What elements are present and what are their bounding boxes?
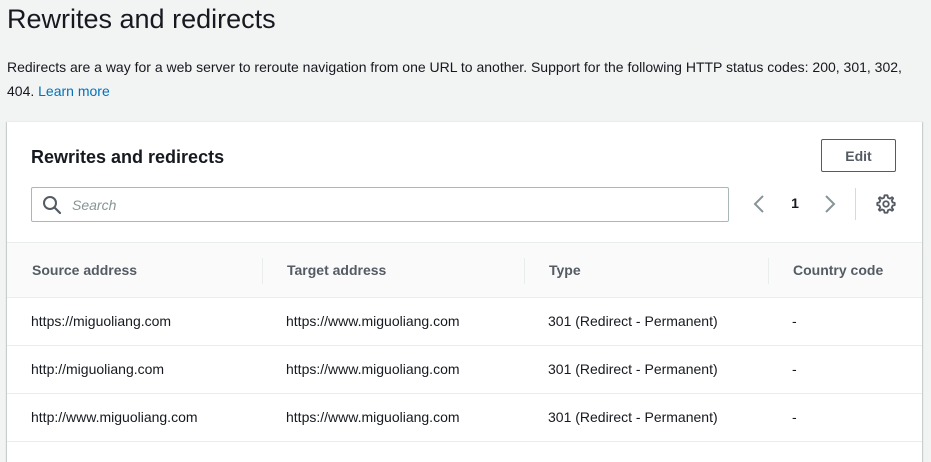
search-input[interactable] <box>72 189 712 220</box>
column-header-source[interactable]: Source address <box>32 243 137 297</box>
panel-title: Rewrites and redirects <box>31 147 225 167</box>
column-divider <box>524 258 525 284</box>
cell-type: 301 (Redirect - Permanent) <box>548 313 718 329</box>
cell-type: 301 (Redirect - Permanent) <box>548 409 718 425</box>
column-divider <box>262 258 263 284</box>
table-row[interactable]: http://www.miguoliang.com https://www.mi… <box>7 394 922 442</box>
search-box[interactable] <box>31 187 729 222</box>
search-icon <box>43 196 62 215</box>
cell-country: - <box>792 361 797 377</box>
learn-more-link[interactable]: Learn more <box>38 83 110 99</box>
edit-button[interactable]: Edit <box>821 139 896 172</box>
chevron-left-icon[interactable] <box>749 192 769 216</box>
cell-source: http://www.miguoliang.com <box>31 409 198 425</box>
column-divider <box>768 258 769 284</box>
redirects-panel: Rewrites and redirects Edit 1 Source add… <box>7 121 922 462</box>
page-description-text: Redirects are a way for a web server to … <box>7 59 902 99</box>
column-header-country[interactable]: Country code <box>793 243 883 297</box>
column-header-type[interactable]: Type <box>549 243 581 297</box>
pager-divider <box>855 188 856 220</box>
table-row[interactable]: http://miguoliang.com https://www.miguol… <box>7 346 922 394</box>
cell-source: http://miguoliang.com <box>31 361 165 377</box>
table-header: Source address Target address Type Count… <box>7 242 922 298</box>
gear-icon[interactable] <box>875 193 897 215</box>
chevron-right-icon[interactable] <box>820 192 840 216</box>
page-description: Redirects are a way for a web server to … <box>7 55 927 103</box>
cell-type: 301 (Redirect - Permanent) <box>548 361 718 377</box>
cell-target: https://www.miguoliang.com <box>286 361 460 377</box>
table-row[interactable]: https://miguoliang.com https://www.miguo… <box>7 298 922 346</box>
cell-country: - <box>792 409 797 425</box>
cell-country: - <box>792 313 797 329</box>
cell-target: https://www.miguoliang.com <box>286 409 460 425</box>
page-title: Rewrites and redirects <box>7 4 276 34</box>
page-number[interactable]: 1 <box>787 195 803 211</box>
cell-target: https://www.miguoliang.com <box>286 313 460 329</box>
cell-source: https://miguoliang.com <box>31 313 172 329</box>
column-header-target[interactable]: Target address <box>287 243 386 297</box>
